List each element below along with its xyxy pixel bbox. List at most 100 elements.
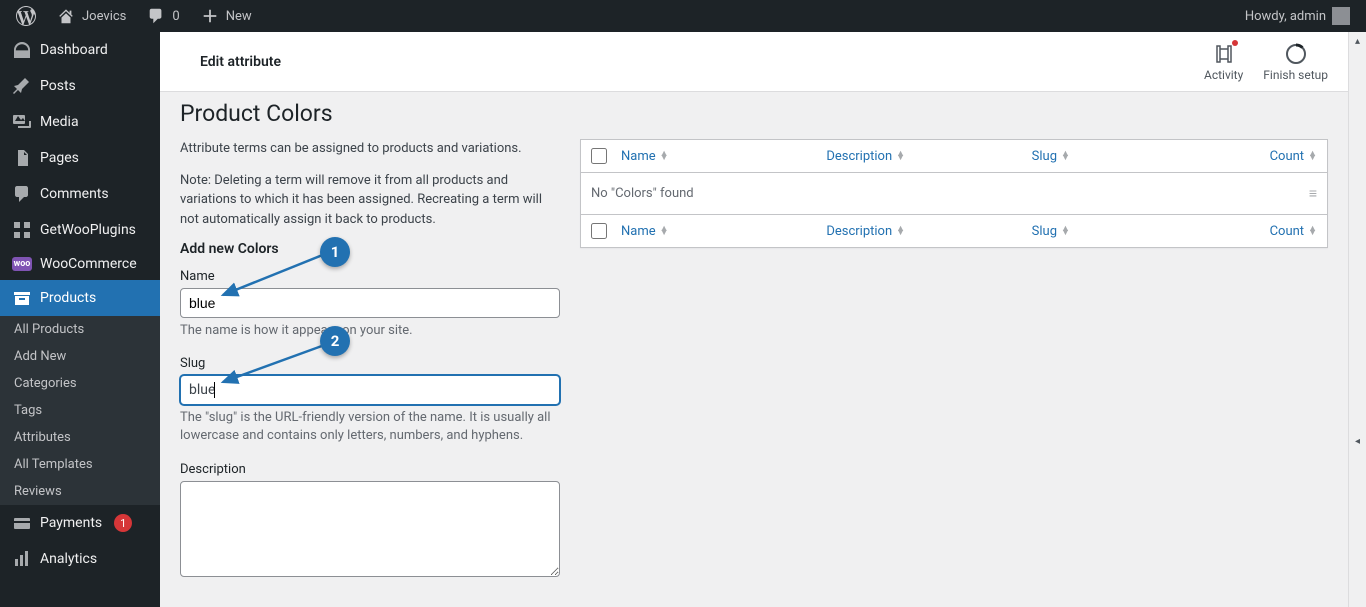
slug-help: The "slug" is the URL-friendly version o… [180,409,560,445]
hamburger-icon[interactable]: ≡ [1309,185,1317,202]
card-icon [12,513,32,533]
slug-input[interactable]: blue [180,375,560,405]
slug-label: Slug [180,356,560,371]
main-content: Edit attribute Activity Finish setup Pro… [160,32,1348,607]
text-caret [214,382,215,398]
sort-icon: ▲▼ [1308,227,1317,235]
woo-icon: woo [12,257,32,271]
menu-label: Comments [40,186,109,202]
col-name-foot[interactable]: Name▲▼ [621,224,826,239]
sort-icon: ▲▼ [896,152,905,160]
col-description[interactable]: Description▲▼ [826,149,1031,164]
dashboard-icon [12,40,32,60]
menu-woocommerce[interactable]: woo WooCommerce [0,248,160,280]
scroll-up-arrow[interactable]: ▴ [1349,32,1366,50]
admin-bar: Joevics 0 New Howdy, admin [0,0,1366,32]
menu-getwooplugins[interactable]: GetWooPlugins [0,212,160,248]
col-name[interactable]: Name▲▼ [621,149,826,164]
comment-icon [12,184,32,204]
page-header-bar: Edit attribute Activity Finish setup [160,32,1348,92]
submenu-reviews[interactable]: Reviews [0,478,160,505]
col-count[interactable]: Count▲▼ [1237,149,1317,164]
description-textarea[interactable] [180,481,560,577]
col-slug-foot[interactable]: Slug▲▼ [1032,224,1237,239]
sort-icon: ▲▼ [1308,152,1317,160]
wordpress-icon [16,6,36,26]
menu-label: Analytics [40,551,97,567]
page-heading: Product Colors [180,100,1328,127]
account-link[interactable]: Howdy, admin [1245,7,1358,25]
table-column: Name▲▼ Description▲▼ Slug▲▼ Count▲▼ No "… [580,139,1328,597]
activity-icon [1212,42,1236,66]
page-header-title: Edit attribute [180,54,281,70]
form-column: Attribute terms can be assigned to produ… [180,139,560,597]
home-icon [56,6,76,26]
slug-value: blue [189,382,215,398]
col-count-foot[interactable]: Count▲▼ [1237,224,1317,239]
table-footer: Name▲▼ Description▲▼ Slug▲▼ Count▲▼ [581,214,1327,247]
menu-media[interactable]: Media [0,104,160,140]
col-description-foot[interactable]: Description▲▼ [826,224,1031,239]
description-label: Description [180,462,560,477]
menu-posts[interactable]: Posts [0,68,160,104]
sort-icon: ▲▼ [660,152,669,160]
select-all-checkbox-top[interactable] [591,148,607,164]
menu-label: Posts [40,78,76,94]
select-all-checkbox-bottom[interactable] [591,223,607,239]
submenu-categories[interactable]: Categories [0,370,160,397]
window-scrollbar[interactable]: ▴ ◂ [1348,32,1366,607]
page-icon [12,148,32,168]
site-name: Joevics [82,9,126,24]
menu-payments[interactable]: Payments 1 [0,505,160,541]
pin-icon [12,76,32,96]
payments-badge: 1 [114,514,132,532]
howdy-text: Howdy, admin [1245,9,1326,24]
sort-icon: ▲▼ [1061,227,1070,235]
sort-icon: ▲▼ [660,227,669,235]
wp-logo[interactable] [8,0,44,32]
finish-setup-button[interactable]: Finish setup [1263,42,1328,82]
progress-icon [1284,42,1308,66]
submenu-attributes[interactable]: Attributes [0,424,160,451]
submenu-all-templates[interactable]: All Templates [0,451,160,478]
submenu-all-products[interactable]: All Products [0,316,160,343]
submenu-add-new[interactable]: Add New [0,343,160,370]
products-submenu: All Products Add New Categories Tags Att… [0,316,160,505]
new-label: New [226,9,252,24]
name-label: Name [180,269,560,284]
new-link[interactable]: New [192,0,260,32]
activity-label: Activity [1204,68,1243,82]
avatar [1332,7,1350,25]
grid-icon [12,220,32,240]
menu-label: Products [40,290,96,306]
name-input[interactable] [180,288,560,318]
menu-products[interactable]: Products [0,280,160,316]
menu-comments[interactable]: Comments [0,176,160,212]
empty-text: No "Colors" found [591,186,694,201]
col-slug[interactable]: Slug▲▼ [1032,149,1237,164]
plus-icon [200,6,220,26]
comments-link[interactable]: 0 [138,0,187,32]
menu-pages[interactable]: Pages [0,140,160,176]
comment-count: 0 [172,9,179,24]
sort-icon: ▲▼ [1061,152,1070,160]
annotation-2-badge: 2 [320,326,350,356]
menu-label: Payments [40,515,102,531]
chart-icon [12,549,32,569]
table-empty-row: No "Colors" found ≡ [581,173,1327,214]
submenu-tags[interactable]: Tags [0,397,160,424]
menu-dashboard[interactable]: Dashboard [0,32,160,68]
menu-analytics[interactable]: Analytics [0,541,160,577]
intro-text: Attribute terms can be assigned to produ… [180,139,560,159]
site-name-link[interactable]: Joevics [48,0,134,32]
scroll-expand-arrow[interactable]: ◂ [1349,432,1366,450]
name-help: The name is how it appears on your site. [180,322,560,340]
annotation-1-badge: 1 [320,237,350,267]
note-text: Note: Deleting a term will remove it fro… [180,171,560,230]
activity-button[interactable]: Activity [1204,42,1243,82]
sort-icon: ▲▼ [896,227,905,235]
menu-label: Dashboard [40,42,108,58]
media-icon [12,112,32,132]
comment-icon [146,6,166,26]
table-header: Name▲▼ Description▲▼ Slug▲▼ Count▲▼ [581,140,1327,173]
